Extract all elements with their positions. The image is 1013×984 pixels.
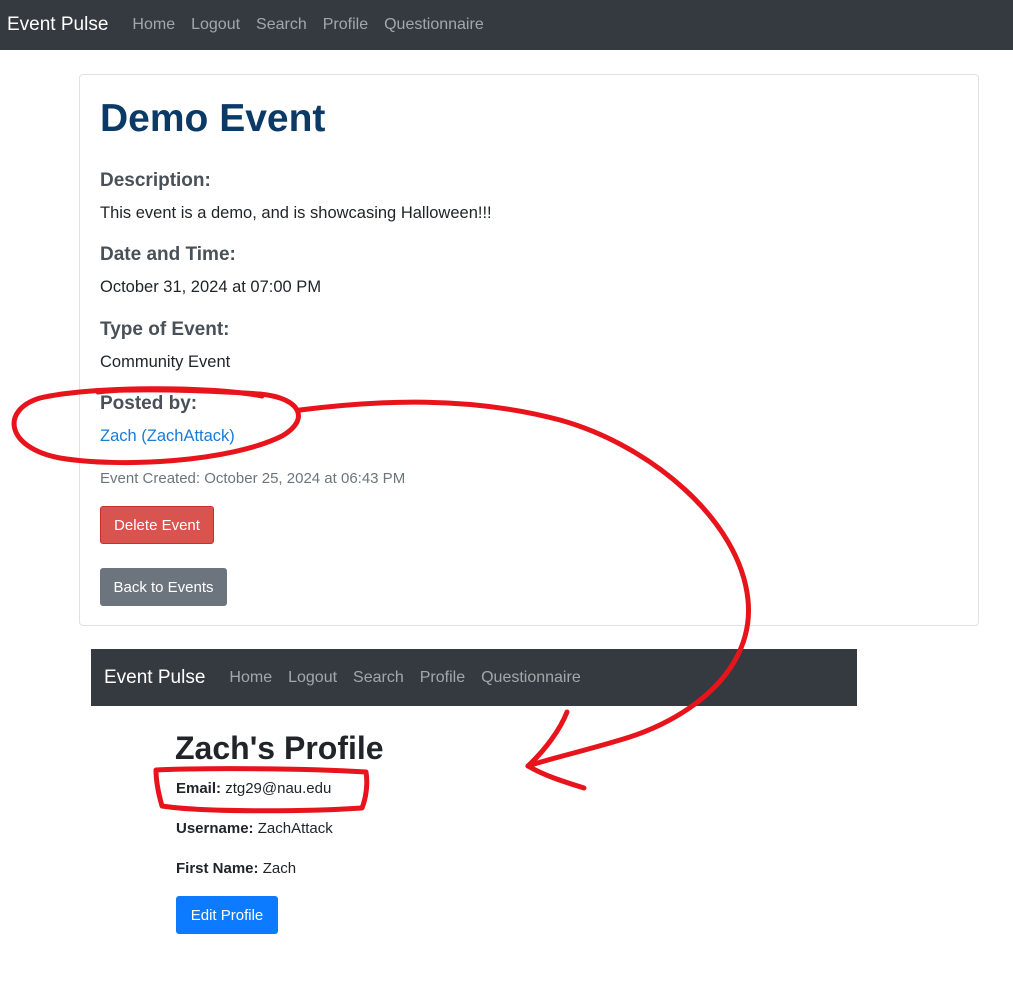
datetime-value: October 31, 2024 at 07:00 PM	[100, 278, 322, 296]
event-card: Demo Event Description: This event is a …	[79, 74, 979, 626]
event-created-timestamp: Event Created: October 25, 2024 at 06:43…	[100, 470, 406, 487]
nav-link-logout[interactable]: Logout	[288, 669, 337, 687]
username-label: Username:	[176, 820, 254, 837]
nav-link-profile[interactable]: Profile	[323, 16, 368, 34]
navbar-brand[interactable]: Event Pulse	[7, 14, 108, 36]
nav-link-search[interactable]: Search	[353, 669, 404, 687]
arrow-head-lower	[525, 763, 587, 791]
nav-link-questionnaire[interactable]: Questionnaire	[481, 669, 581, 687]
profile-username-row: Username: ZachAttack	[176, 820, 333, 837]
navbar-brand[interactable]: Event Pulse	[104, 667, 205, 689]
nav-link-profile[interactable]: Profile	[420, 669, 465, 687]
nav-link-home[interactable]: Home	[229, 669, 272, 687]
email-label: Email:	[176, 780, 222, 797]
top-navbar: Event Pulse Home Logout Search Profile Q…	[0, 0, 1013, 50]
description-value: This event is a demo, and is showcasing …	[100, 204, 492, 222]
arrow-head-upper	[525, 709, 570, 769]
first-name-value: Zach	[262, 860, 297, 877]
poster-profile-link[interactable]: Zach (ZachAttack)	[100, 427, 235, 446]
posted-by-label: Posted by:	[100, 393, 198, 414]
edit-profile-button[interactable]: Edit Profile	[176, 896, 278, 934]
event-type-value: Community Event	[100, 353, 231, 371]
profile-firstname-row: First Name: Zach	[176, 860, 296, 877]
nav-link-questionnaire[interactable]: Questionnaire	[384, 16, 484, 34]
event-type-label: Type of Event:	[100, 319, 230, 340]
delete-event-button[interactable]: Delete Event	[100, 506, 214, 544]
datetime-label: Date and Time:	[100, 244, 236, 265]
profile-page-navbar: Event Pulse Home Logout Search Profile Q…	[91, 649, 857, 706]
username-value: ZachAttack	[257, 820, 333, 837]
nav-link-logout[interactable]: Logout	[191, 16, 240, 34]
profile-title: Zach's Profile	[175, 730, 384, 766]
nav-link-search[interactable]: Search	[256, 16, 307, 34]
back-to-events-button[interactable]: Back to Events	[100, 568, 227, 606]
event-title: Demo Event	[100, 97, 326, 140]
first-name-label: First Name:	[176, 860, 259, 877]
description-label: Description:	[100, 170, 211, 191]
profile-email-row: Email: ztg29@nau.edu	[176, 780, 331, 797]
nav-link-home[interactable]: Home	[132, 16, 175, 34]
email-value: ztg29@nau.edu	[225, 780, 332, 797]
